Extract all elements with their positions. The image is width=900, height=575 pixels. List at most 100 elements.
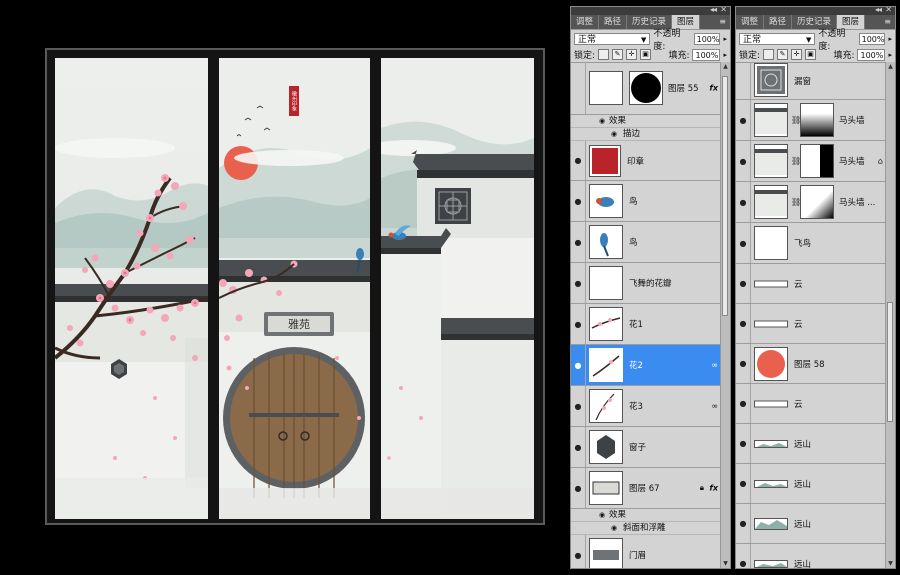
- panel-menu-icon[interactable]: ≡: [884, 15, 895, 29]
- layer-row[interactable]: ● 门眉: [571, 535, 730, 568]
- layer-name[interactable]: 远山: [794, 438, 811, 450]
- layer-name[interactable]: 印章: [627, 155, 644, 167]
- layer-row[interactable]: ● ⛓ 马头墙: [736, 100, 895, 141]
- opacity-arrow-icon[interactable]: ▸: [888, 35, 892, 43]
- layer-name[interactable]: 花2: [629, 359, 643, 371]
- layer-name[interactable]: 飞舞的花瓣: [629, 277, 672, 289]
- blend-mode-select[interactable]: 正常 ▼: [739, 32, 816, 45]
- close-icon[interactable]: ✕: [885, 7, 892, 14]
- fill-arrow-icon[interactable]: ▸: [888, 51, 892, 59]
- lock-transparency-icon[interactable]: [598, 49, 610, 60]
- eye-icon[interactable]: ●: [736, 100, 751, 140]
- eye-icon[interactable]: ◉: [599, 509, 605, 521]
- eye-icon[interactable]: ●: [571, 263, 586, 303]
- lock-position-icon[interactable]: ✛: [626, 49, 638, 60]
- scroll-up-icon[interactable]: ▲: [886, 62, 895, 71]
- layer-row[interactable]: ● 窗子: [571, 427, 730, 468]
- panel-menu-icon[interactable]: ≡: [719, 15, 730, 29]
- layer-row[interactable]: ● 远山: [736, 504, 895, 544]
- layer-row[interactable]: ● ⛓ 马头墙 ...: [736, 182, 895, 223]
- effect-stroke-row[interactable]: ◉ 描边: [571, 128, 730, 141]
- fill-field[interactable]: 100%: [857, 48, 886, 61]
- layer-row[interactable]: ● 鸟: [571, 181, 730, 222]
- eye-icon[interactable]: ●: [736, 223, 751, 263]
- close-icon[interactable]: ✕: [720, 7, 727, 14]
- fill-field[interactable]: 100%: [692, 48, 721, 61]
- layers-palette-right[interactable]: ◂◂ ✕ 调整 路径 历史记录 图层 ≡ 正常 ▼ 不透明度: 100% ▸ 锁定…: [735, 6, 896, 569]
- effects-row[interactable]: ◉ 效果: [571, 115, 730, 128]
- effect-bevel-row[interactable]: ◉ 斜面和浮雕: [571, 522, 730, 535]
- blend-mode-select[interactable]: 正常 ▼: [574, 32, 651, 45]
- fx-icon[interactable]: fx: [709, 484, 718, 493]
- lock-transparency-icon[interactable]: [763, 49, 775, 60]
- layers-palette-left[interactable]: ◂◂ ✕ 调整 路径 历史记录 图层 ≡ 正常 ▼ 不透明度: 100% ▸ 锁定…: [570, 6, 731, 569]
- fill-arrow-icon[interactable]: ▸: [723, 51, 727, 59]
- layer-row[interactable]: ● 远山: [736, 544, 895, 568]
- visibility-toggle-hidden[interactable]: [736, 62, 751, 99]
- eye-icon[interactable]: ◉: [611, 128, 617, 140]
- layer-name[interactable]: 远山: [794, 558, 811, 569]
- scroll-down-icon[interactable]: ▼: [886, 559, 895, 568]
- layer-name[interactable]: 花1: [629, 318, 643, 330]
- lock-pixels-icon[interactable]: ✎: [612, 49, 624, 60]
- opacity-field[interactable]: 100%: [693, 32, 721, 45]
- eye-icon[interactable]: ●: [571, 141, 586, 180]
- collapse-icon[interactable]: ◂◂: [875, 7, 882, 14]
- layer-name[interactable]: 鸟: [629, 236, 638, 248]
- eye-icon[interactable]: ●: [736, 384, 751, 423]
- palette-titlebar[interactable]: ◂◂ ✕: [736, 7, 895, 15]
- layer-row[interactable]: ● 云: [736, 384, 895, 424]
- link-icon[interactable]: ∞: [711, 402, 718, 411]
- layer-row[interactable]: ● 图层 58: [736, 344, 895, 384]
- layer-row[interactable]: ● 印章: [571, 141, 730, 181]
- eye-icon[interactable]: ●: [571, 345, 586, 385]
- layer-name[interactable]: 飞鸟: [794, 237, 811, 249]
- layer-name[interactable]: 远山: [794, 518, 811, 530]
- layer-row-selected[interactable]: ● 花2 ∞: [571, 345, 730, 386]
- layer-list[interactable]: 图层 55 fx ◉ 效果 ◉ 描边 ● 印章 ● 鸟 ● 鸟 ● 飞舞的花瓣 …: [571, 62, 730, 568]
- layer-list[interactable]: 漏窗 ● ⛓ 马头墙 ● ⛓ 马头墙 ⌂ ● ⛓ 马头墙 ... ● 飞鸟 ● …: [736, 62, 895, 568]
- layer-name[interactable]: 马头墙 ...: [839, 196, 875, 208]
- layer-row[interactable]: ● 远山: [736, 464, 895, 504]
- layer-row[interactable]: ● 云: [736, 264, 895, 304]
- scroll-thumb[interactable]: [887, 302, 893, 422]
- eye-icon[interactable]: ◉: [611, 522, 617, 534]
- tab-adjustments[interactable]: 调整: [736, 15, 765, 29]
- visibility-toggle-hidden[interactable]: [571, 62, 586, 114]
- layer-name[interactable]: 图层 55: [668, 82, 699, 94]
- layer-row[interactable]: ● 花3 ∞: [571, 386, 730, 427]
- lock-all-icon[interactable]: ▣: [805, 49, 817, 60]
- layer-row[interactable]: ● ⛓ 马头墙 ⌂: [736, 141, 895, 182]
- layer-name[interactable]: 马头墙: [839, 155, 865, 167]
- lock-pixels-icon[interactable]: ✎: [777, 49, 789, 60]
- layer-name[interactable]: 云: [794, 398, 803, 410]
- layer-name[interactable]: 云: [794, 278, 803, 290]
- tab-paths[interactable]: 路径: [764, 15, 793, 29]
- palette-titlebar[interactable]: ◂◂ ✕: [571, 7, 730, 15]
- scroll-thumb[interactable]: [722, 76, 728, 316]
- link-icon[interactable]: ∞: [711, 361, 718, 370]
- fx-icon[interactable]: fx: [709, 84, 718, 93]
- canvas-frame[interactable]: 徽州印象 雅苑: [45, 48, 545, 525]
- eye-icon[interactable]: ●: [736, 504, 751, 543]
- eye-icon[interactable]: ●: [736, 304, 751, 343]
- layer-row[interactable]: ● 鸟: [571, 222, 730, 263]
- layer-name[interactable]: 漏窗: [794, 75, 811, 87]
- layer-name[interactable]: 花3: [629, 400, 643, 412]
- eye-icon[interactable]: ●: [571, 386, 586, 426]
- eye-icon[interactable]: ●: [571, 427, 586, 467]
- layer-name[interactable]: 鸟: [629, 195, 638, 207]
- layer-row[interactable]: 图层 55 fx: [571, 62, 730, 115]
- scroll-down-icon[interactable]: ▼: [721, 559, 730, 568]
- layer-name[interactable]: 图层 67: [629, 482, 660, 494]
- eye-icon[interactable]: ●: [736, 344, 751, 383]
- layer-name[interactable]: 窗子: [629, 441, 646, 453]
- layer-row[interactable]: ● 花1: [571, 304, 730, 345]
- tab-paths[interactable]: 路径: [599, 15, 628, 29]
- eye-icon[interactable]: ◉: [599, 115, 605, 127]
- eye-icon[interactable]: ●: [736, 544, 751, 568]
- layer-name[interactable]: 云: [794, 318, 803, 330]
- eye-icon[interactable]: ●: [736, 264, 751, 303]
- eye-icon[interactable]: ●: [736, 424, 751, 463]
- eye-icon[interactable]: ●: [571, 181, 586, 221]
